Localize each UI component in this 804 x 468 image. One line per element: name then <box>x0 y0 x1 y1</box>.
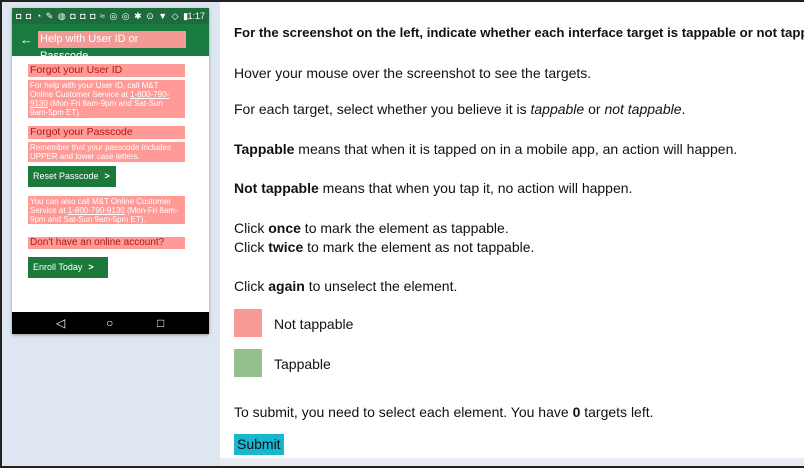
instructions-heading: For the screenshot on the left, indicate… <box>234 25 804 40</box>
screenshot-panel: ◘ ◘ ◔ ✎ ◍ ◘ ◘ ◘ ≈ ◎ ◎ ✱ ⊙ ▼ ◇ ▮ 1:17 ← H… <box>2 2 220 466</box>
user-id-help-text-hours: (Mon-Fri 8am-9pm and Sat-Sun 9am-5pm ET)… <box>30 99 163 117</box>
nav-recents-icon[interactable]: □ <box>157 315 164 331</box>
not-tappable-legend-label: Not tappable <box>274 316 354 332</box>
select-or-text: or <box>584 101 605 117</box>
not-tappable-def-text: means that when you tap it, no action wi… <box>318 180 633 196</box>
click-prefix: Click <box>234 220 269 236</box>
no-account-heading[interactable]: Don't have an online account? <box>28 237 185 249</box>
not-tappable-term: Not tappable <box>234 180 319 196</box>
status-clock: 1:17 <box>187 11 205 21</box>
app-bar: ← Help with User ID or Passcode <box>12 24 209 62</box>
not-tappable-swatch <box>234 309 262 337</box>
tappable-def-text: means that when it is tapped on in a mob… <box>294 141 738 157</box>
status-bar: ◘ ◘ ◔ ✎ ◍ ◘ ◘ ◘ ≈ ◎ ◎ ✱ ⊙ ▼ ◇ ▮ 1:17 <box>12 8 209 24</box>
click-prefix: Click <box>234 278 269 294</box>
chevron-right-icon: > <box>104 171 110 181</box>
phone-screenshot: ◘ ◘ ◔ ✎ ◍ ◘ ◘ ◘ ≈ ◎ ◎ ✱ ⊙ ▼ ◇ ▮ 1:17 ← H… <box>12 8 209 334</box>
click-twice-instruction: Click twice to mark the element as not t… <box>234 238 534 257</box>
instructions-panel: For the screenshot on the left, indicate… <box>220 2 804 466</box>
reset-passcode-button[interactable]: Reset Passcode > <box>28 166 116 187</box>
forgot-passcode-heading[interactable]: Forgot your Passcode <box>28 126 185 139</box>
tappable-definition: Tappable means that when it is tapped on… <box>234 140 737 159</box>
twice-term: twice <box>268 239 304 255</box>
app-bar-title[interactable]: Help with User ID or Passcode <box>38 31 186 62</box>
not-tappable-definition: Not tappable means that when you tap it,… <box>234 179 632 198</box>
click-prefix: Click <box>234 239 269 255</box>
once-term: once <box>268 220 301 236</box>
tappable-swatch <box>234 349 262 377</box>
call-customer-service-text[interactable]: You can also call M&T Online Customer Se… <box>28 196 185 224</box>
submit-status-text: To submit, you need to select each eleme… <box>234 403 654 422</box>
enroll-today-button[interactable]: Enroll Today > <box>28 257 108 278</box>
not-tappable-term-italic: not tappable <box>604 101 682 117</box>
submit-status-prefix: To submit, you need to select each eleme… <box>234 404 573 420</box>
user-id-help-text[interactable]: For help with your User ID, call M&T Onl… <box>28 80 185 118</box>
submit-button[interactable]: Submit <box>234 434 284 455</box>
status-icons: ◘ ◘ ◔ ✎ ◍ ◘ ◘ ◘ ≈ ◎ ◎ ✱ ⊙ ▼ ◇ ▮ <box>16 11 190 21</box>
again-text: to unselect the element. <box>304 278 458 294</box>
forgot-user-id-heading[interactable]: Forgot your User ID <box>28 64 185 77</box>
click-once-instruction: Click once to mark the element as tappab… <box>234 219 509 238</box>
tappable-term-italic: tappable <box>530 101 585 117</box>
hover-instruction: Hover your mouse over the screenshot to … <box>234 65 592 81</box>
twice-text: to mark the element as not tappable. <box>303 239 535 255</box>
chevron-right-icon: > <box>88 262 94 272</box>
submit-status-suffix: targets left. <box>580 404 654 420</box>
back-arrow-icon[interactable]: ← <box>20 32 33 48</box>
nav-back-icon[interactable]: ◁ <box>56 315 65 331</box>
again-term: again <box>268 278 305 294</box>
tappable-legend-label: Tappable <box>274 356 331 372</box>
select-end-text: . <box>681 101 686 117</box>
select-instruction-text: For each target, select whether you beli… <box>234 101 531 117</box>
nav-home-icon[interactable]: ○ <box>106 315 113 331</box>
reset-passcode-label: Reset Passcode <box>33 171 99 181</box>
passcode-help-text[interactable]: Remember that your passcode includes UPP… <box>28 142 185 162</box>
tappable-term: Tappable <box>234 141 295 157</box>
android-nav-bar: ◁ ○ □ <box>12 312 209 334</box>
call-phone-link[interactable]: 1-800-790-9130 <box>68 206 125 215</box>
enroll-today-label: Enroll Today <box>33 262 83 272</box>
select-instruction: For each target, select whether you beli… <box>234 100 685 119</box>
footer-strip <box>220 458 804 466</box>
click-again-instruction: Click again to unselect the element. <box>234 277 457 296</box>
once-text: to mark the element as tappable. <box>300 220 509 236</box>
